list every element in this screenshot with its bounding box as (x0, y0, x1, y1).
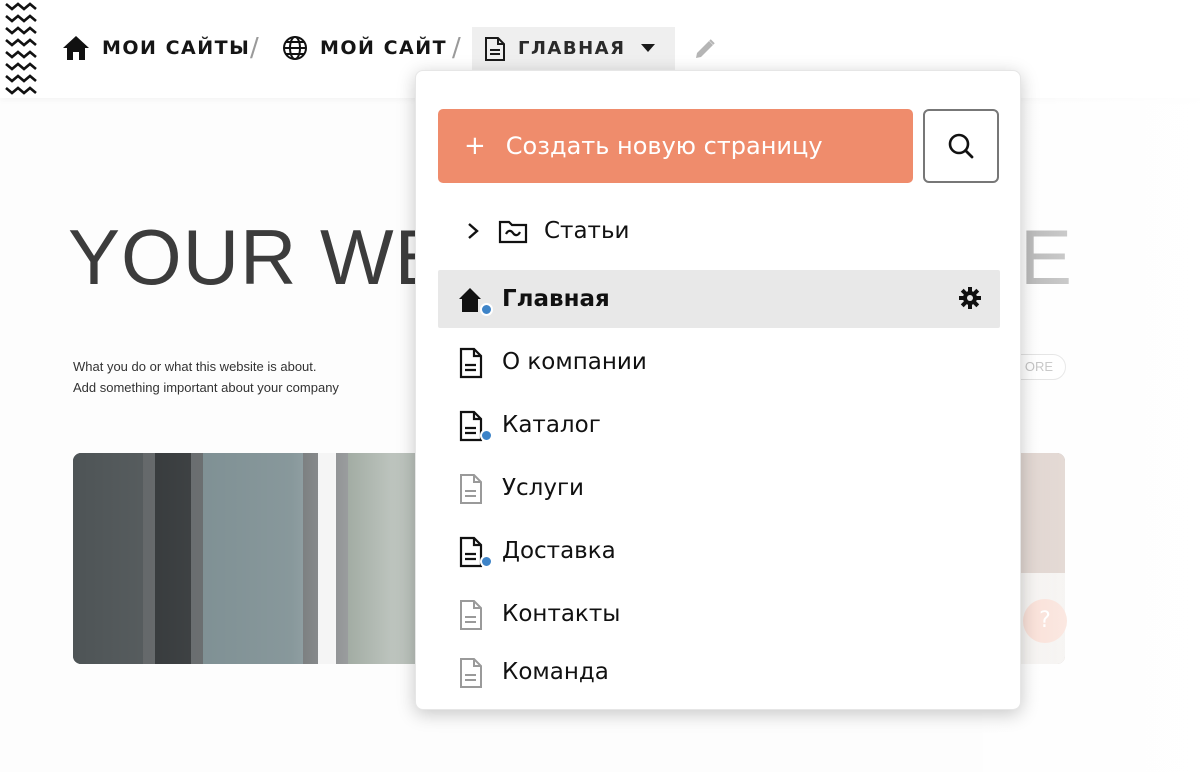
folder-item-label: Статьи (544, 218, 630, 244)
page-icon (460, 658, 482, 688)
folder-item-articles[interactable]: Статьи (438, 202, 1000, 260)
create-page-button[interactable]: + Создать новую страницу (438, 109, 913, 183)
globe-icon (283, 36, 307, 60)
page-item-label: Контакты (502, 601, 621, 627)
page-item-about[interactable]: О компании (438, 333, 1000, 391)
page-icon (460, 474, 482, 504)
page-icon (460, 600, 482, 630)
page-dropdown: + Создать новую страницу Статьи Главная (415, 70, 1021, 710)
breadcrumb-my-site[interactable]: МОЙ САЙТ (282, 30, 447, 66)
hero-title-tail: E (1020, 213, 1073, 301)
home-icon (63, 36, 89, 60)
chevron-down-icon (641, 44, 655, 52)
hero-title: YOUR WE (68, 213, 448, 301)
published-dot (480, 429, 493, 442)
plus-icon: + (464, 131, 486, 161)
page-selector[interactable]: ГЛАВНАЯ (472, 27, 675, 70)
page-item-label: Каталог (502, 412, 601, 438)
search-button[interactable] (923, 109, 999, 183)
published-dot (480, 303, 493, 316)
page-item-home[interactable]: Главная (438, 270, 1000, 328)
breadcrumb-separator: / (250, 33, 259, 63)
about-line: What you do or what this website is abou… (73, 359, 317, 374)
page-item-contacts[interactable]: Контакты (438, 585, 1000, 643)
about-line: Add something important about your compa… (73, 380, 339, 395)
search-icon (948, 133, 974, 159)
page-item-label: О компании (502, 349, 647, 375)
page-item-team[interactable]: Команда (438, 643, 1000, 701)
page-item-label: Главная (502, 286, 610, 312)
page-item-catalog[interactable]: Каталог (438, 396, 1000, 454)
help-button[interactable]: ? (1023, 599, 1067, 643)
chevron-right-icon[interactable] (466, 221, 480, 241)
breadcrumb-my-sites[interactable]: МОИ САЙТЫ (62, 30, 250, 66)
published-dot (480, 555, 493, 568)
gear-icon[interactable] (958, 286, 982, 310)
create-page-label: Создать новую страницу (505, 132, 823, 160)
page-icon (459, 347, 483, 379)
breadcrumb-my-site-label: МОЙ САЙТ (320, 37, 448, 59)
breadcrumb-separator: / (452, 33, 461, 63)
breadcrumb-my-sites-label: МОИ САЙТЫ (102, 37, 251, 59)
page-item-label: Услуги (502, 475, 585, 501)
logo-zigzag-icon[interactable] (2, 0, 42, 98)
about-text: What you do or what this website is abou… (73, 356, 339, 398)
page-item-label: Команда (502, 659, 609, 685)
page-item-services[interactable]: Услуги (438, 459, 1000, 517)
page-icon (485, 36, 505, 61)
page-item-delivery[interactable]: Доставка (438, 522, 1000, 580)
pencil-icon[interactable] (693, 37, 717, 61)
page-selector-label: ГЛАВНАЯ (518, 38, 626, 59)
folder-icon (498, 220, 528, 244)
page-item-label: Доставка (502, 538, 616, 564)
